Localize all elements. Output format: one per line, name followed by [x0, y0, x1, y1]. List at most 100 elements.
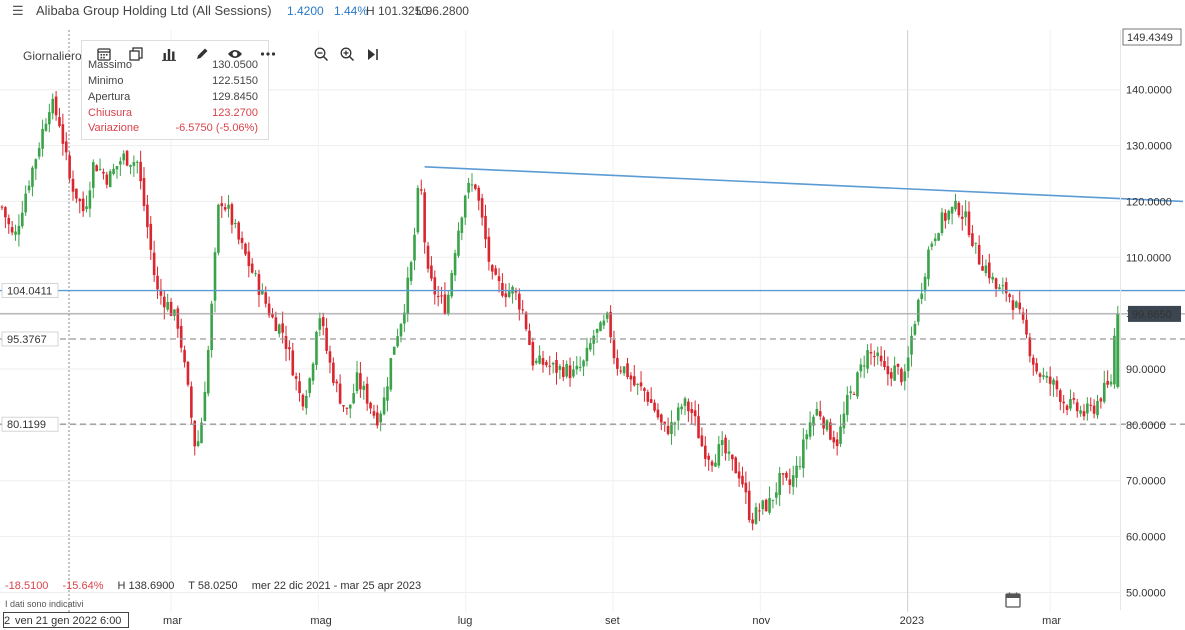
- candle-body: [862, 365, 866, 367]
- candle-body: [78, 199, 82, 202]
- candle-body: [717, 444, 721, 466]
- candle-body: [626, 363, 629, 378]
- y-axis-tick-label: 120.0000: [1126, 196, 1172, 208]
- candle-body: [720, 440, 724, 445]
- candle-body: [7, 217, 11, 225]
- candle-body: [1113, 335, 1116, 385]
- tooltip-key: Apertura: [88, 91, 131, 103]
- candle-body: [680, 406, 683, 410]
- candle-body: [768, 497, 771, 513]
- candle-body: [281, 323, 284, 333]
- calendar-icon[interactable]: [94, 44, 114, 64]
- cursor-date-prefix: 2: [4, 615, 11, 627]
- candle-body: [703, 445, 707, 459]
- candle-body: [994, 278, 998, 289]
- tooltip-value: -6.5750 (-5.06%): [175, 122, 258, 134]
- copy-icon[interactable]: [126, 44, 146, 64]
- candle-body: [660, 414, 663, 423]
- candle-body: [1015, 301, 1018, 308]
- candle-body: [470, 184, 474, 186]
- candle-body: [463, 195, 467, 218]
- candle-body: [129, 164, 132, 167]
- candle-body: [795, 465, 798, 478]
- y-axis-tick-label: 130.0000: [1126, 141, 1172, 153]
- more-icon[interactable]: [258, 44, 278, 64]
- candle-body: [649, 399, 653, 403]
- candle-body: [960, 216, 964, 219]
- candle-body: [731, 454, 734, 460]
- candle-body: [183, 349, 186, 363]
- candle-body: [558, 366, 562, 370]
- candle-body: [589, 343, 592, 350]
- trendline: [424, 165, 1184, 203]
- pencil-icon[interactable]: [192, 44, 212, 64]
- candle-body: [744, 482, 748, 493]
- y-axis-tick-label: 110.0000: [1126, 252, 1171, 264]
- candle-body: [480, 198, 484, 218]
- candle-body: [230, 204, 234, 225]
- candle-body: [457, 230, 460, 256]
- candle-body: [31, 167, 34, 187]
- candle-body: [88, 190, 92, 209]
- zoom-in-icon[interactable]: [337, 44, 357, 64]
- candle-body: [998, 287, 1001, 290]
- candle-body: [802, 439, 805, 469]
- play-icon[interactable]: [363, 44, 383, 64]
- candle-body: [271, 314, 274, 318]
- candle-body: [186, 361, 190, 385]
- eye-icon[interactable]: [225, 44, 245, 64]
- candle-body: [345, 407, 349, 409]
- candle-body: [152, 252, 156, 276]
- level-label: 104.0411: [7, 286, 52, 298]
- cursor-date-text: ven 21 gen 2022 6:00: [15, 615, 122, 627]
- candle-body: [122, 153, 126, 161]
- candle-body: [1045, 375, 1049, 378]
- candle-body: [937, 233, 940, 241]
- y-axis-tick-label: 90.0000: [1126, 364, 1166, 376]
- candle-body: [967, 211, 971, 236]
- candle-body: [162, 296, 166, 308]
- candle-body: [1055, 380, 1059, 390]
- candle-body: [1079, 410, 1082, 414]
- x-axis-tick-label: nov: [752, 615, 770, 627]
- current-price-label: 99.8650: [1132, 309, 1172, 321]
- candle-body: [778, 472, 781, 496]
- candle-body: [135, 161, 139, 163]
- candle-body: [1018, 302, 1022, 310]
- candle-body: [1008, 294, 1011, 298]
- candle-body: [115, 166, 119, 170]
- candle-body: [886, 366, 890, 375]
- candle-body: [1069, 399, 1072, 409]
- candle-body: [927, 249, 930, 280]
- candle-body: [142, 177, 146, 207]
- candle-body: [534, 360, 538, 363]
- candle-body: [741, 475, 744, 485]
- candle-body: [710, 461, 714, 466]
- candle-body: [179, 325, 183, 348]
- candle-body: [10, 227, 14, 233]
- tooltip-row-low: Minimo 122.5150: [88, 75, 262, 90]
- candle-body: [447, 294, 450, 314]
- candle-body: [247, 251, 251, 267]
- candle-body: [355, 372, 359, 392]
- candle-body: [737, 471, 741, 479]
- zoom-out-icon[interactable]: [311, 44, 331, 64]
- candle-body: [71, 178, 75, 192]
- range-change: -18.5100: [5, 580, 49, 592]
- period-selector[interactable]: Giornaliero: [23, 49, 82, 63]
- candle-body: [423, 192, 426, 243]
- candle-body: [548, 365, 552, 367]
- candle-body: [751, 519, 754, 524]
- candle-body: [1106, 380, 1109, 385]
- bar-chart-icon[interactable]: [159, 44, 179, 64]
- menu-icon[interactable]: ☰: [12, 3, 24, 19]
- session-low: L 96.2800: [416, 4, 469, 18]
- candle-body: [315, 331, 318, 365]
- x-axis-tick-label: 2023: [900, 615, 924, 627]
- candle-body: [1059, 390, 1062, 402]
- x-axis-tick-label: lug: [458, 615, 473, 627]
- candle-body: [220, 203, 224, 207]
- candle-body: [48, 112, 51, 125]
- candle-body: [321, 317, 325, 327]
- calendar-icon[interactable]: [1005, 592, 1021, 613]
